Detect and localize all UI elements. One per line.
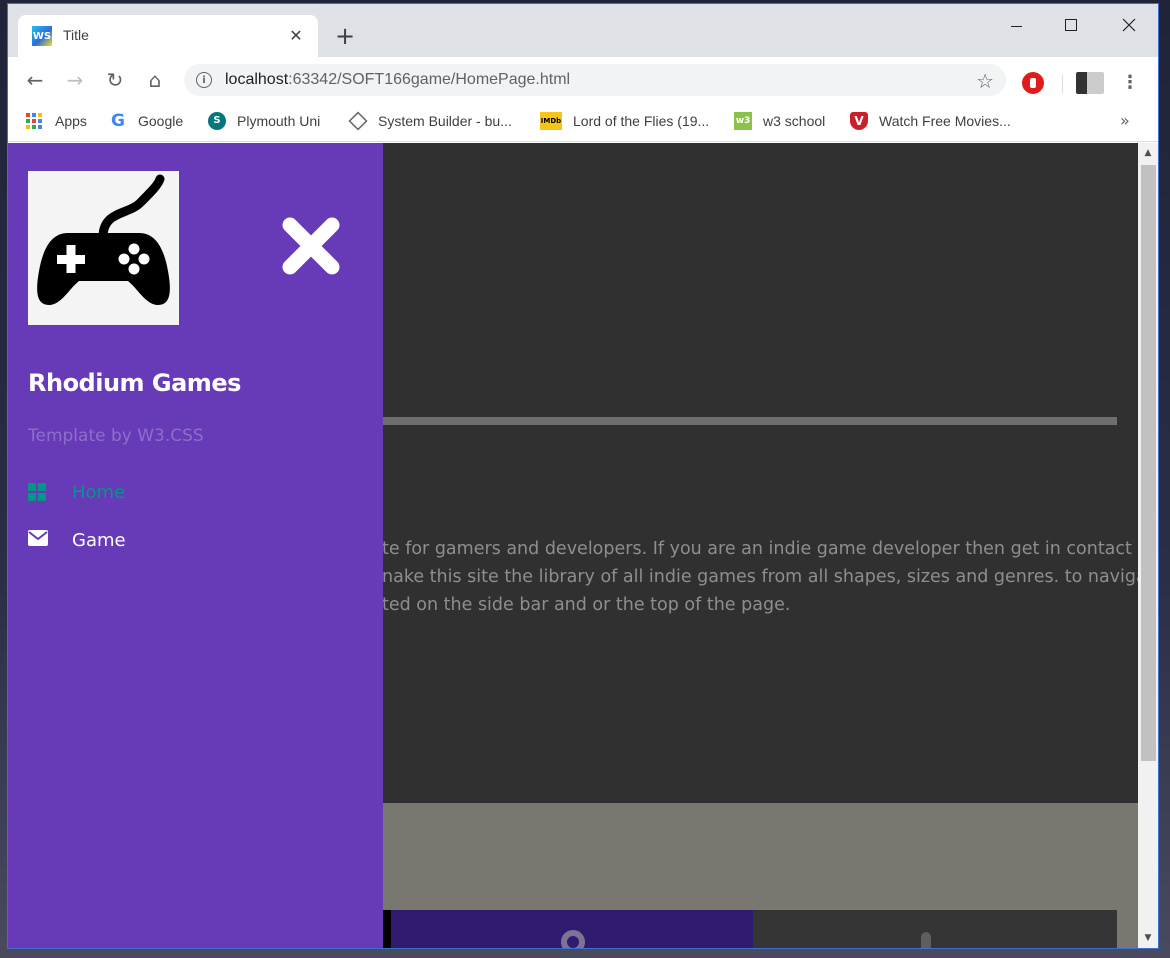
- sidebar-item-game[interactable]: Game: [28, 525, 126, 555]
- maximize-icon: [1065, 19, 1077, 31]
- tab-close-icon[interactable]: ✕: [286, 25, 306, 45]
- bookmark-plymouth-uni[interactable]: S Plymouth Uni: [208, 109, 320, 133]
- figure-icon: [921, 932, 931, 948]
- browser-tab[interactable]: WS Title ✕: [18, 15, 318, 57]
- bookmark-lord-of-the-flies[interactable]: IMDb Lord of the Flies (19...: [540, 109, 709, 133]
- browser-menu-icon[interactable]: ⋮: [1118, 69, 1142, 95]
- tab-strip: WS Title ✕ +: [8, 4, 1158, 57]
- minimize-button[interactable]: [993, 10, 1039, 40]
- sidebar-item-label: Game: [72, 529, 126, 551]
- site-info-icon[interactable]: i: [196, 72, 212, 88]
- bookmark-label: Lord of the Flies (19...: [573, 113, 710, 129]
- new-tab-button[interactable]: +: [332, 22, 358, 50]
- divider: [382, 417, 1117, 425]
- bookmark-label: System Builder - bu...: [378, 113, 512, 129]
- toolbar: ← → ↻ ⌂ i localhost:63342/SOFT166game/Ho…: [8, 57, 1158, 103]
- maximize-button[interactable]: [1048, 10, 1094, 40]
- page-viewport: te for gamers and developers. If you are…: [8, 143, 1138, 948]
- grid-icon: [28, 483, 48, 501]
- gamepad-logo: [28, 171, 179, 325]
- scroll-up-arrow-icon[interactable]: ▲: [1138, 145, 1158, 161]
- webstorm-favicon-icon: WS: [32, 26, 52, 46]
- bookmark-label: w3 school: [763, 113, 826, 129]
- user-icon: [561, 930, 585, 948]
- google-icon: G: [111, 111, 125, 131]
- browser-window: WS Title ✕ + ← → ↻ ⌂ i localhost:63342/S…: [8, 4, 1158, 948]
- bookmarks-bar: Apps G Google S Plymouth Uni System Buil…: [8, 103, 1158, 142]
- profile-avatar-icon[interactable]: [1076, 72, 1104, 94]
- bookmark-w3-school[interactable]: w3 w3 school: [734, 109, 825, 133]
- feature-card[interactable]: [753, 910, 1117, 948]
- minimize-icon: [1010, 25, 1022, 27]
- sharepoint-icon: S: [208, 112, 226, 130]
- sidebar-item-label: Home: [72, 481, 126, 503]
- intro-line: te for gamers and developers. If you are…: [382, 539, 1138, 559]
- back-button[interactable]: ←: [20, 65, 50, 95]
- bookmark-label: Watch Free Movies...: [879, 113, 1011, 129]
- vimeo-icon: V: [850, 112, 868, 130]
- scroll-down-arrow-icon[interactable]: ▼: [1138, 930, 1158, 946]
- w3-icon: w3: [734, 112, 752, 130]
- close-sidebar-button[interactable]: [278, 213, 344, 279]
- reload-button[interactable]: ↻: [100, 65, 130, 95]
- window-close-button[interactable]: [1106, 10, 1152, 40]
- forward-button[interactable]: →: [60, 65, 90, 95]
- close-icon: [282, 217, 340, 275]
- address-bar[interactable]: i localhost:63342/SOFT166game/HomePage.h…: [184, 64, 1006, 96]
- bookmark-label: Apps: [55, 113, 87, 129]
- sidebar-item-home[interactable]: Home: [28, 477, 125, 507]
- feature-card[interactable]: [391, 910, 753, 948]
- brand-title: Rhodium Games: [28, 369, 241, 397]
- intro-line: ted on the side bar and or the top of th…: [382, 595, 791, 615]
- url-host: localhost: [225, 71, 289, 88]
- tab-title: Title: [63, 27, 89, 43]
- grey-section-edge: [1117, 910, 1138, 948]
- bookmark-watch-free-movies[interactable]: V Watch Free Movies...: [850, 109, 1011, 133]
- box-icon: [348, 111, 368, 131]
- imdb-icon: IMDb: [540, 112, 562, 130]
- adblock-extension-icon[interactable]: [1022, 72, 1044, 94]
- envelope-icon: [28, 530, 48, 550]
- scroll-thumb[interactable]: [1141, 165, 1156, 761]
- bookmark-label: Plymouth Uni: [237, 113, 321, 129]
- intro-paragraph: te for gamers and developers. If you are…: [382, 535, 1138, 619]
- gamepad-icon: [37, 174, 170, 305]
- bookmark-star-icon[interactable]: ☆: [976, 69, 994, 93]
- template-credit: Template by W3.CSS: [28, 426, 204, 446]
- intro-line: nake this site the library of all indie …: [382, 567, 1138, 587]
- sidebar: Rhodium Games Template by W3.CSS Home Ga…: [8, 143, 383, 948]
- bookmark-apps[interactable]: Apps: [26, 109, 87, 133]
- toolbar-separator: [1062, 75, 1063, 93]
- url-path: :63342/SOFT166game/HomePage.html: [288, 71, 571, 88]
- bookmark-label: Google: [138, 113, 184, 129]
- bookmark-system-builder[interactable]: System Builder - bu...: [348, 109, 512, 133]
- bookmark-google[interactable]: G Google: [109, 109, 183, 133]
- page-scrollbar[interactable]: ▲ ▼: [1138, 143, 1158, 948]
- window-close-icon: [1122, 18, 1136, 32]
- bookmarks-overflow-button[interactable]: »: [1120, 111, 1130, 130]
- apps-grid-icon: [26, 112, 44, 130]
- url-text[interactable]: localhost:63342/SOFT166game/HomePage.htm…: [225, 71, 570, 89]
- home-button[interactable]: ⌂: [140, 65, 170, 95]
